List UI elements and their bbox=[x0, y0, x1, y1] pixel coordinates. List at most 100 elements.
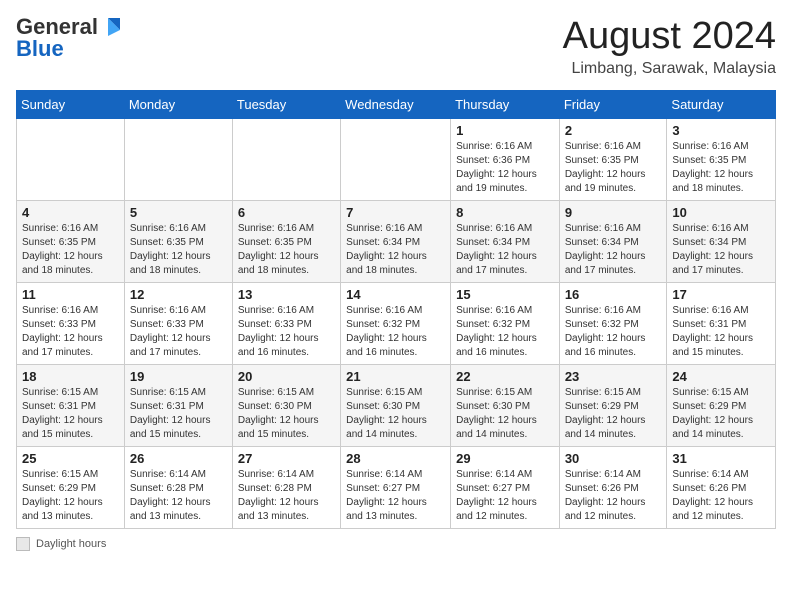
day-info: Sunrise: 6:16 AM Sunset: 6:33 PM Dayligh… bbox=[238, 304, 335, 360]
day-info: Sunrise: 6:15 AM Sunset: 6:30 PM Dayligh… bbox=[238, 386, 335, 442]
table-row: 12Sunrise: 6:16 AM Sunset: 6:33 PM Dayli… bbox=[124, 282, 232, 364]
table-row: 27 Sunrise: 6:14 AM Sunset: 6:28 PM Dayli… bbox=[232, 446, 340, 528]
day-number: 17 bbox=[672, 287, 770, 302]
table-row: 13 Sunrise: 6:16 AM Sunset: 6:33 PM Dayli… bbox=[232, 282, 340, 364]
day-number: 6 bbox=[238, 205, 335, 220]
day-info: Sunrise: 6:16 AM Sunset: 6:34 PM Dayligh… bbox=[346, 222, 445, 278]
table-row: 11 Sunrise: 6:16 AM Sunset: 6:33 PM Dayli… bbox=[17, 282, 125, 364]
table-row: 6 Sunrise: 6:16 AM Sunset: 6:35 PM Daylig… bbox=[232, 200, 340, 282]
day-header-wednesday: Wednesday bbox=[341, 90, 451, 118]
day-info: Sunrise: 6:14 AM Sunset: 6:28 PM Dayligh… bbox=[130, 468, 227, 524]
logo-general-text: General bbox=[16, 16, 98, 38]
day-number: 31 bbox=[672, 451, 770, 466]
day-header-monday: Monday bbox=[124, 90, 232, 118]
table-row bbox=[341, 118, 451, 200]
title-area: August 2024 Limbang, Sarawak, Malaysia bbox=[563, 16, 776, 78]
day-number: 10 bbox=[672, 205, 770, 220]
table-row: 8Sunrise: 6:16 AM Sunset: 6:34 PM Daylig… bbox=[451, 200, 560, 282]
table-row: 15 Sunrise: 6:16 AM Sunset: 6:32 PM Dayli… bbox=[451, 282, 560, 364]
table-row: 19 Sunrise: 6:15 AM Sunset: 6:31 PM Dayli… bbox=[124, 364, 232, 446]
table-row: 2 Sunrise: 6:16 AM Sunset: 6:35 PM Daylig… bbox=[559, 118, 667, 200]
day-number: 28 bbox=[346, 451, 445, 466]
daylight-label: Daylight hours bbox=[36, 538, 106, 550]
table-row: 4 Sunrise: 6:16 AM Sunset: 6:35 PM Daylig… bbox=[17, 200, 125, 282]
day-info: Sunrise: 6:15 AM Sunset: 6:31 PM Dayligh… bbox=[130, 386, 227, 442]
day-number: 23 bbox=[565, 369, 662, 384]
day-info: Sunrise: 6:15 AM Sunset: 6:30 PM Dayligh… bbox=[456, 386, 554, 442]
calendar-table: SundayMondayTuesdayWednesdayThursdayFrid… bbox=[16, 90, 776, 529]
day-number: 5 bbox=[130, 205, 227, 220]
table-row bbox=[232, 118, 340, 200]
day-header-tuesday: Tuesday bbox=[232, 90, 340, 118]
logo-icon bbox=[100, 16, 122, 38]
day-info: Sunrise: 6:14 AM Sunset: 6:28 PM Dayligh… bbox=[238, 468, 335, 524]
day-info: Sunrise: 6:16 AM Sunset: 6:32 PM Dayligh… bbox=[565, 304, 662, 360]
day-info: Sunrise: 6:15 AM Sunset: 6:29 PM Dayligh… bbox=[22, 468, 119, 524]
day-number: 20 bbox=[238, 369, 335, 384]
logo: General Blue bbox=[16, 16, 122, 60]
table-row bbox=[124, 118, 232, 200]
month-year-title: August 2024 bbox=[563, 16, 776, 58]
daylight-box bbox=[16, 537, 30, 551]
day-info: Sunrise: 6:16 AM Sunset: 6:34 PM Dayligh… bbox=[565, 222, 662, 278]
day-info: Sunrise: 6:16 AM Sunset: 6:35 PM Dayligh… bbox=[22, 222, 119, 278]
day-number: 3 bbox=[672, 123, 770, 138]
day-info: Sunrise: 6:15 AM Sunset: 6:30 PM Dayligh… bbox=[346, 386, 445, 442]
day-info: Sunrise: 6:16 AM Sunset: 6:31 PM Dayligh… bbox=[672, 304, 770, 360]
table-row: 24Sunrise: 6:15 AM Sunset: 6:29 PM Dayli… bbox=[667, 364, 776, 446]
day-number: 22 bbox=[456, 369, 554, 384]
table-row: 20 Sunrise: 6:15 AM Sunset: 6:30 PM Dayli… bbox=[232, 364, 340, 446]
table-row: 30 Sunrise: 6:14 AM Sunset: 6:26 PM Dayli… bbox=[559, 446, 667, 528]
day-number: 2 bbox=[565, 123, 662, 138]
table-row: 21 Sunrise: 6:15 AM Sunset: 6:30 PM Dayli… bbox=[341, 364, 451, 446]
day-number: 27 bbox=[238, 451, 335, 466]
day-number: 14 bbox=[346, 287, 445, 302]
table-row: 16 Sunrise: 6:16 AM Sunset: 6:32 PM Dayli… bbox=[559, 282, 667, 364]
day-header-friday: Friday bbox=[559, 90, 667, 118]
table-row bbox=[17, 118, 125, 200]
day-number: 16 bbox=[565, 287, 662, 302]
table-row: 22 Sunrise: 6:15 AM Sunset: 6:30 PM Dayli… bbox=[451, 364, 560, 446]
day-header-saturday: Saturday bbox=[667, 90, 776, 118]
day-info: Sunrise: 6:14 AM Sunset: 6:26 PM Dayligh… bbox=[672, 468, 770, 524]
day-number: 13 bbox=[238, 287, 335, 302]
table-row: 18 Sunrise: 6:15 AM Sunset: 6:31 PM Dayli… bbox=[17, 364, 125, 446]
day-info: Sunrise: 6:16 AM Sunset: 6:35 PM Dayligh… bbox=[238, 222, 335, 278]
day-info: Sunrise: 6:16 AM Sunset: 6:32 PM Dayligh… bbox=[346, 304, 445, 360]
day-info: Sunrise: 6:15 AM Sunset: 6:29 PM Dayligh… bbox=[672, 386, 770, 442]
day-info: Sunrise: 6:16 AM Sunset: 6:33 PM Dayligh… bbox=[130, 304, 227, 360]
table-row: 1Sunrise: 6:16 AM Sunset: 6:36 PM Daylig… bbox=[451, 118, 560, 200]
day-info: Sunrise: 6:16 AM Sunset: 6:34 PM Dayligh… bbox=[672, 222, 770, 278]
day-number: 18 bbox=[22, 369, 119, 384]
table-row: 29Sunrise: 6:14 AM Sunset: 6:27 PM Dayli… bbox=[451, 446, 560, 528]
day-header-sunday: Sunday bbox=[17, 90, 125, 118]
day-number: 21 bbox=[346, 369, 445, 384]
day-info: Sunrise: 6:14 AM Sunset: 6:27 PM Dayligh… bbox=[346, 468, 445, 524]
day-number: 11 bbox=[22, 287, 119, 302]
day-info: Sunrise: 6:14 AM Sunset: 6:26 PM Dayligh… bbox=[565, 468, 662, 524]
table-row: 25 Sunrise: 6:15 AM Sunset: 6:29 PM Dayli… bbox=[17, 446, 125, 528]
header: General Blue August 2024 Limbang, Sarawa… bbox=[16, 16, 776, 78]
table-row: 28 Sunrise: 6:14 AM Sunset: 6:27 PM Dayli… bbox=[341, 446, 451, 528]
day-number: 25 bbox=[22, 451, 119, 466]
day-number: 30 bbox=[565, 451, 662, 466]
day-info: Sunrise: 6:16 AM Sunset: 6:32 PM Dayligh… bbox=[456, 304, 554, 360]
day-number: 15 bbox=[456, 287, 554, 302]
day-number: 7 bbox=[346, 205, 445, 220]
table-row: 3Sunrise: 6:16 AM Sunset: 6:35 PM Daylig… bbox=[667, 118, 776, 200]
day-info: Sunrise: 6:16 AM Sunset: 6:33 PM Dayligh… bbox=[22, 304, 119, 360]
day-number: 19 bbox=[130, 369, 227, 384]
day-number: 9 bbox=[565, 205, 662, 220]
logo-blue-text: Blue bbox=[16, 38, 64, 60]
day-info: Sunrise: 6:14 AM Sunset: 6:27 PM Dayligh… bbox=[456, 468, 554, 524]
table-row: 10 Sunrise: 6:16 AM Sunset: 6:34 PM Dayli… bbox=[667, 200, 776, 282]
day-info: Sunrise: 6:15 AM Sunset: 6:29 PM Dayligh… bbox=[565, 386, 662, 442]
table-row: 9 Sunrise: 6:16 AM Sunset: 6:34 PM Daylig… bbox=[559, 200, 667, 282]
day-header-thursday: Thursday bbox=[451, 90, 560, 118]
day-number: 4 bbox=[22, 205, 119, 220]
table-row: 23 Sunrise: 6:15 AM Sunset: 6:29 PM Dayli… bbox=[559, 364, 667, 446]
day-info: Sunrise: 6:15 AM Sunset: 6:31 PM Dayligh… bbox=[22, 386, 119, 442]
table-row: 26Sunrise: 6:14 AM Sunset: 6:28 PM Dayli… bbox=[124, 446, 232, 528]
day-info: Sunrise: 6:16 AM Sunset: 6:35 PM Dayligh… bbox=[565, 140, 662, 196]
table-row: 14 Sunrise: 6:16 AM Sunset: 6:32 PM Dayli… bbox=[341, 282, 451, 364]
